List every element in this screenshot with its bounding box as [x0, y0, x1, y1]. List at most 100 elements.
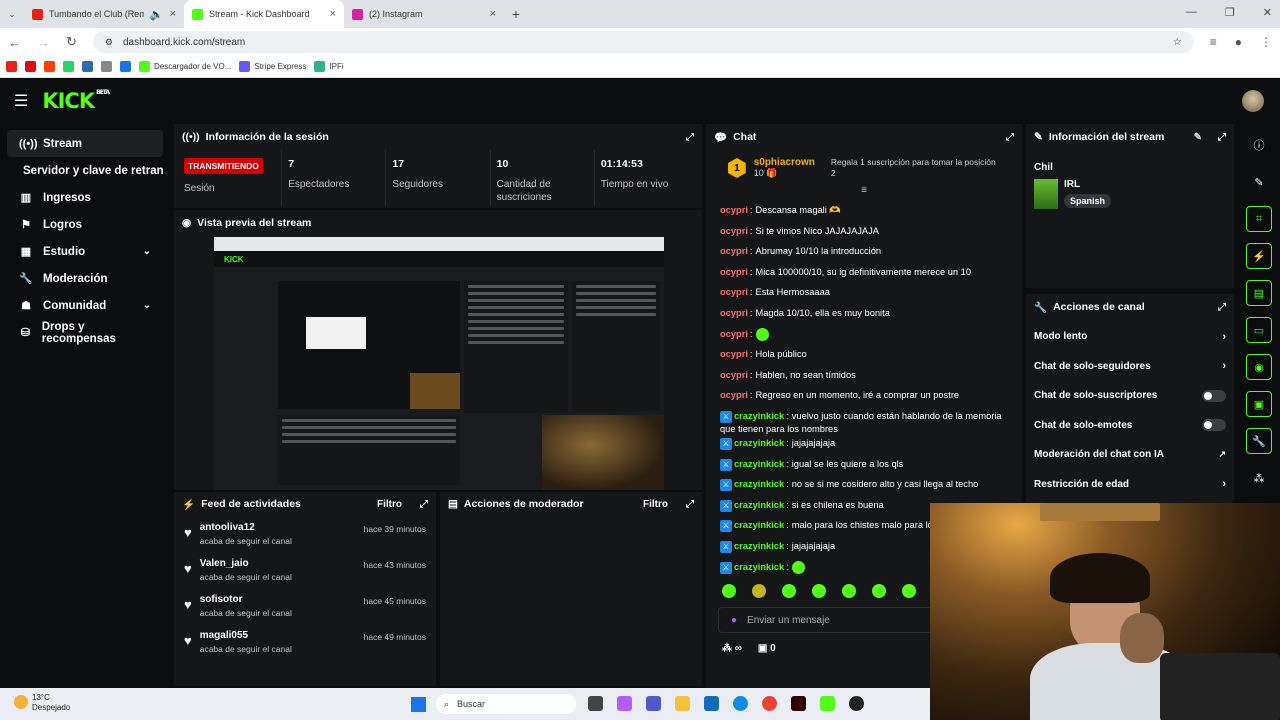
- sidebar-item-logros[interactable]: ⚑ Logros: [7, 211, 163, 238]
- bookmark-item[interactable]: [6, 61, 17, 72]
- emote-icon[interactable]: [782, 584, 796, 599]
- url-field[interactable]: ⚙ dashboard.kick.com/stream ☆: [92, 31, 1194, 53]
- crop-icon[interactable]: ⌗: [1246, 206, 1272, 232]
- expand-icon[interactable]: ⤢: [1006, 132, 1014, 143]
- sidebar-item-estudio[interactable]: ▦ Estudio ⌄: [7, 238, 163, 265]
- edit-icon[interactable]: ✎: [1246, 169, 1272, 195]
- bookmark-item[interactable]: [101, 61, 112, 72]
- chat-username[interactable]: crazyinkick: [734, 479, 784, 489]
- bookmark-item[interactable]: [44, 61, 55, 72]
- bookmark-item[interactable]: Descargador de VO...: [139, 61, 231, 72]
- card-icon[interactable]: ▣: [1246, 391, 1272, 417]
- feed-item[interactable]: ♥ Valen_jaio acaba de seguir el canal hace …: [174, 558, 436, 594]
- expand-icon[interactable]: ⤢: [686, 132, 694, 143]
- chat-username[interactable]: ocypri: [720, 329, 748, 339]
- chat-icon[interactable]: ▭: [1246, 317, 1272, 343]
- channel-action-row[interactable]: Chat de solo-suscriptores: [1026, 381, 1234, 411]
- outlook-icon[interactable]: [704, 696, 719, 711]
- emote-icon[interactable]: [812, 584, 826, 599]
- kick-logo[interactable]: KICK BETA: [42, 89, 110, 113]
- stream-preview-video[interactable]: KICK: [214, 237, 664, 490]
- channel-action-row[interactable]: Chat de solo-emotes: [1026, 411, 1234, 441]
- expand-icon[interactable]: ⤢: [1218, 132, 1226, 143]
- illustrator-icon[interactable]: [791, 696, 806, 711]
- sidebar-item-ingresos[interactable]: ▥ Ingresos: [7, 184, 163, 211]
- browser-tab-kick[interactable]: Stream - Kick Dashboard ×: [184, 0, 344, 28]
- bookmark-item[interactable]: [82, 61, 93, 72]
- points-icon[interactable]: ▣ 0: [758, 643, 776, 654]
- community-icon[interactable]: ⁂: [1246, 465, 1272, 491]
- copilot-icon[interactable]: [617, 696, 632, 711]
- emote-icon[interactable]: [902, 584, 916, 599]
- kick-app-icon[interactable]: [820, 696, 835, 711]
- feed-username[interactable]: Valen_jaio: [200, 558, 356, 569]
- chat-username[interactable]: crazyinkick: [734, 438, 784, 448]
- chat-username[interactable]: crazyinkick: [734, 562, 784, 572]
- expand-icon[interactable]: ⤢: [686, 499, 694, 510]
- sidebar-item-moderacion[interactable]: 🔧 Moderación: [7, 265, 163, 292]
- feed-item[interactable]: ♥ antooliva12 acaba de seguir el canal hace…: [174, 522, 436, 558]
- windows-start-icon[interactable]: [411, 697, 426, 712]
- chat-username[interactable]: crazyinkick: [734, 520, 784, 530]
- emote-icon[interactable]: [752, 584, 766, 599]
- profile-icon[interactable]: ●: [1235, 35, 1242, 49]
- chat-username[interactable]: ocypri: [720, 226, 748, 236]
- emote-icon[interactable]: [872, 584, 886, 599]
- obs-icon[interactable]: [849, 696, 864, 711]
- chat-username[interactable]: ocypri: [720, 246, 748, 256]
- chat-username[interactable]: crazyinkick: [734, 411, 784, 421]
- sidebar-item-comunidad[interactable]: ☗ Comunidad ⌄: [7, 292, 163, 319]
- bookmark-item[interactable]: [25, 61, 36, 72]
- info-icon[interactable]: ⓘ: [1246, 132, 1272, 158]
- site-info-icon[interactable]: ⚙: [105, 37, 113, 48]
- feed-item[interactable]: ♥ sofisotor acaba de seguir el canal hace 4…: [174, 594, 436, 630]
- expand-icon[interactable]: ⤢: [1218, 302, 1226, 313]
- edge-icon[interactable]: [733, 696, 748, 711]
- task-view-icon[interactable]: [588, 696, 603, 711]
- window-close-icon[interactable]: ✕: [1263, 6, 1272, 19]
- chat-username[interactable]: crazyinkick: [734, 459, 784, 469]
- taskbar-search[interactable]: ⌕ Buscar: [436, 694, 576, 714]
- tab-close-icon[interactable]: ×: [330, 8, 336, 20]
- chat-username[interactable]: ocypri: [720, 349, 748, 359]
- channel-action-row[interactable]: Moderación del chat con IA ↗: [1026, 440, 1234, 470]
- filter-button[interactable]: Filtro: [643, 499, 668, 510]
- expand-icon[interactable]: ⤢: [420, 499, 428, 510]
- folder-icon[interactable]: [675, 696, 690, 711]
- broadcast-icon[interactable]: ◉: [1246, 354, 1272, 380]
- reload-icon[interactable]: ↻: [66, 34, 77, 50]
- feed-username[interactable]: magali055: [200, 630, 356, 641]
- feed-item[interactable]: ♥ magali055 acaba de seguir el canal hace 4…: [174, 630, 436, 666]
- tab-close-icon[interactable]: ×: [490, 8, 496, 20]
- toggle-switch[interactable]: [1202, 419, 1226, 432]
- maximize-icon[interactable]: ❐: [1225, 6, 1235, 19]
- wrench-icon[interactable]: 🔧: [1246, 428, 1272, 454]
- sidebar-item-drops[interactable]: ⛁ Drops y recompensas: [7, 319, 163, 346]
- bookmark-item[interactable]: IPFi: [314, 61, 344, 72]
- chat-username[interactable]: ocypri: [720, 205, 748, 215]
- chat-username[interactable]: crazyinkick: [734, 541, 784, 551]
- chat-username[interactable]: ocypri: [720, 287, 748, 297]
- emote-icon[interactable]: [722, 584, 736, 599]
- top-gifter-name[interactable]: s0phiacrown: [754, 157, 815, 168]
- pin-collapse-icon[interactable]: ≡: [706, 186, 1022, 196]
- feed-username[interactable]: sofisotor: [200, 594, 356, 605]
- infinity-icon[interactable]: ⁂ ∞: [722, 643, 742, 654]
- toggle-switch[interactable]: [1202, 389, 1226, 402]
- channel-action-row[interactable]: Chat de solo-seguidores ›: [1026, 352, 1234, 382]
- feed-username[interactable]: antooliva12: [200, 522, 356, 533]
- bookmark-item[interactable]: [63, 61, 74, 72]
- chat-username[interactable]: ocypri: [720, 390, 748, 400]
- sidebar-item-stream[interactable]: ((•)) Stream: [7, 130, 163, 157]
- teams-icon[interactable]: [646, 696, 661, 711]
- tab-close-icon[interactable]: ×: [170, 8, 176, 20]
- minimize-icon[interactable]: —: [1186, 6, 1197, 19]
- tab-search-chevron-icon[interactable]: ⌄: [0, 0, 24, 28]
- queue-icon[interactable]: ≡: [1210, 35, 1217, 49]
- chat-username[interactable]: ocypri: [720, 308, 748, 318]
- channel-action-row[interactable]: Modo lento ›: [1026, 322, 1234, 352]
- pencil-icon[interactable]: ✎: [1194, 132, 1202, 143]
- browser-tab-youtube[interactable]: Tumbando el Club (Remix) 🔈 ×: [24, 0, 184, 28]
- forward-icon[interactable]: →: [37, 35, 50, 50]
- tab-mute-icon[interactable]: 🔈: [150, 8, 164, 21]
